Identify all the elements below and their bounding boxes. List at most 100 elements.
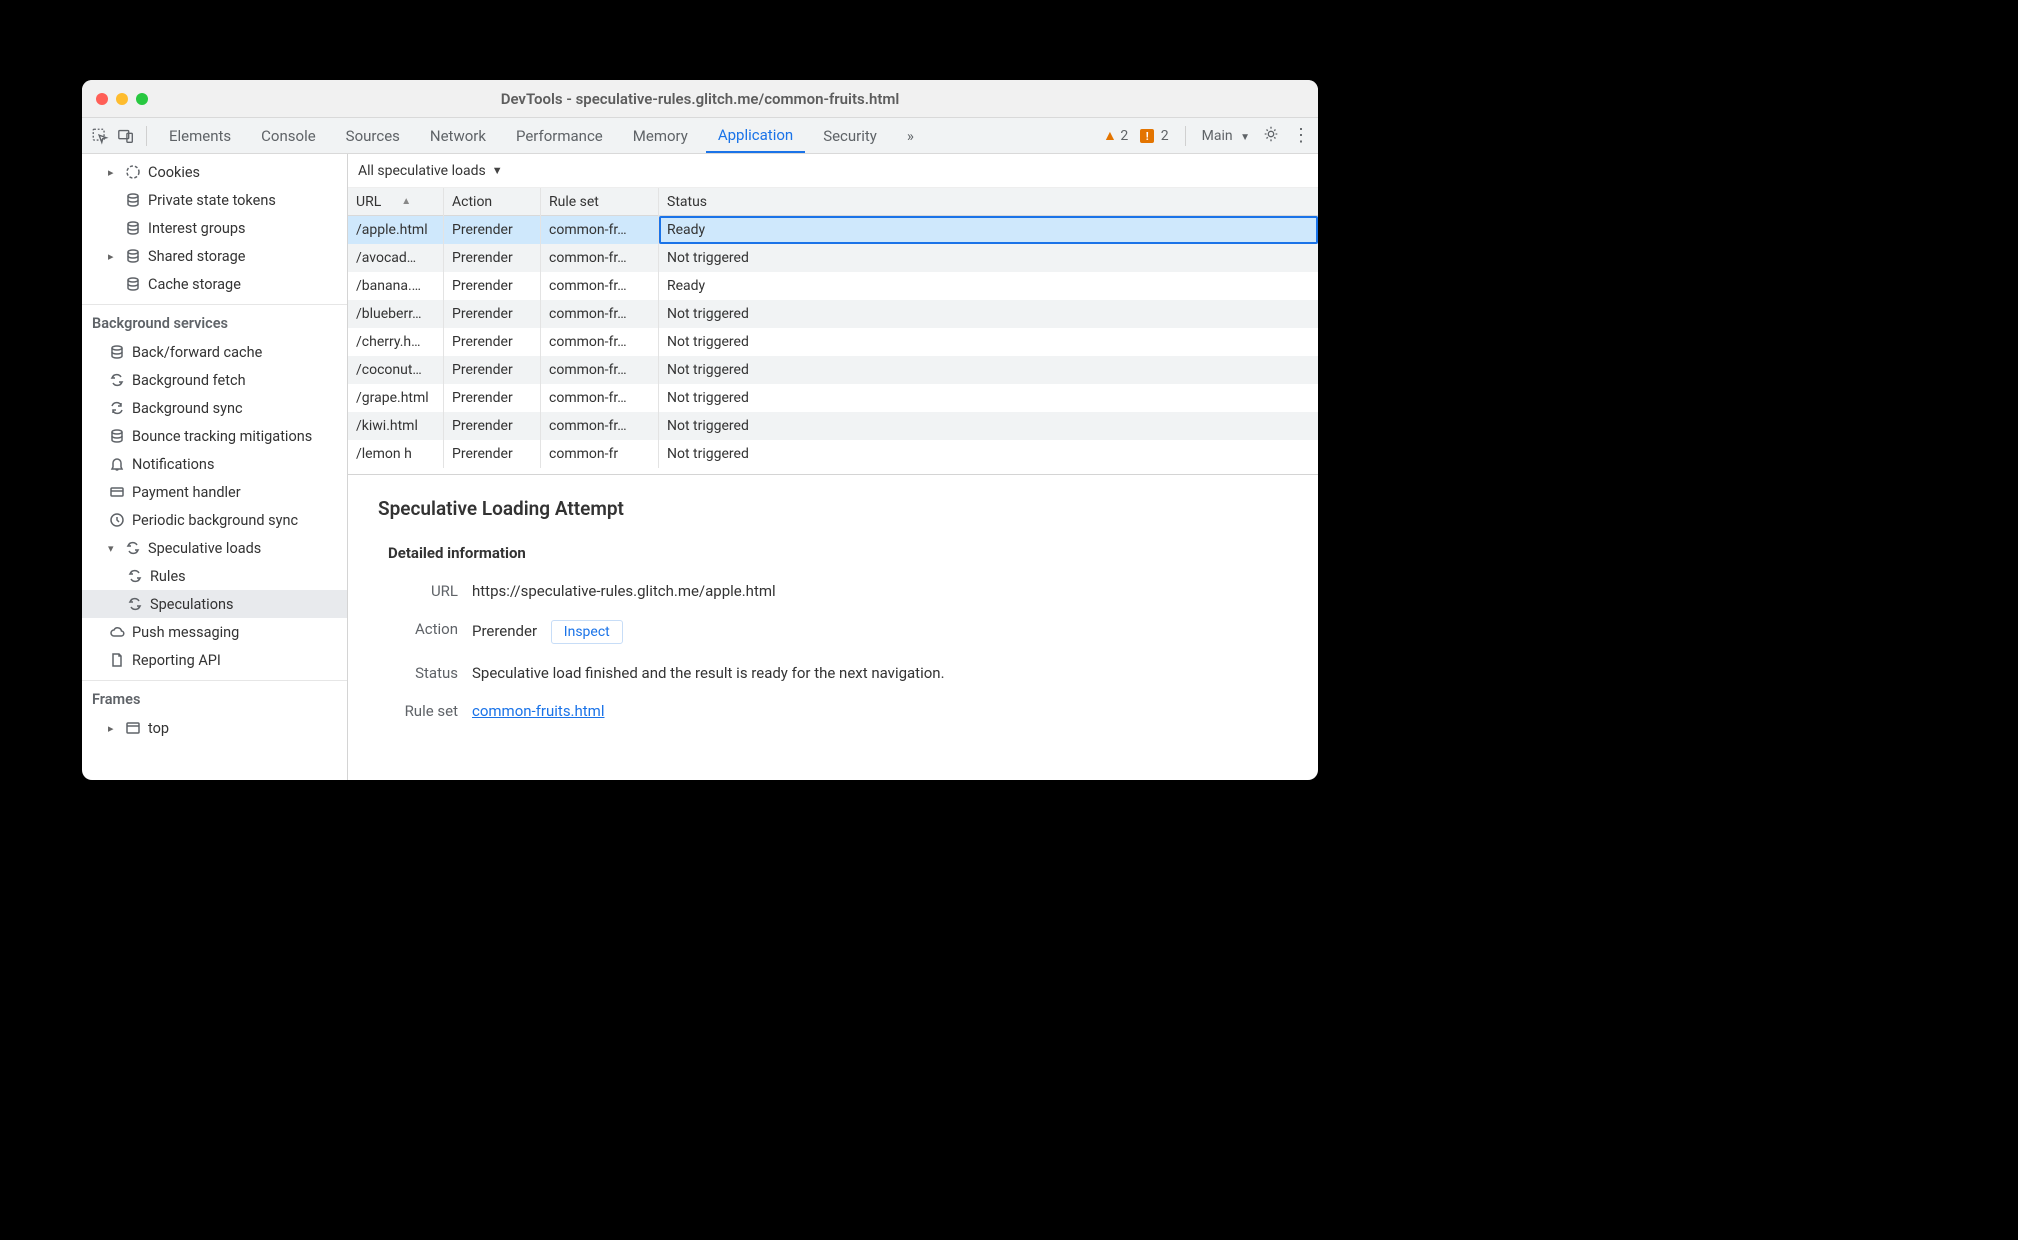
sync-icon bbox=[108, 372, 126, 388]
tab-sources[interactable]: Sources bbox=[334, 118, 412, 153]
cell-url: /coconut… bbox=[348, 356, 444, 384]
detail-label-action: Action bbox=[388, 620, 458, 644]
table-row[interactable]: /avocad…Prerendercommon-fr…Not triggered bbox=[348, 244, 1318, 272]
sort-asc-icon: ▲ bbox=[401, 196, 411, 207]
inspect-button[interactable]: Inspect bbox=[551, 620, 623, 644]
sync-icon bbox=[108, 400, 126, 416]
detail-value-ruleset-link[interactable]: common-fruits.html bbox=[472, 702, 605, 720]
cell-ruleset: common-fr… bbox=[541, 356, 659, 384]
sidebar-item-interest-groups[interactable]: Interest groups bbox=[82, 214, 347, 242]
sidebar-item-periodic-bg-sync[interactable]: Periodic background sync bbox=[82, 506, 347, 534]
sidebar-item-back-forward-cache[interactable]: Back/forward cache bbox=[82, 338, 347, 366]
cell-action: Prerender bbox=[444, 300, 541, 328]
collapse-arrow-icon: ▾ bbox=[108, 542, 118, 555]
sidebar-item-payment-handler[interactable]: Payment handler bbox=[82, 478, 347, 506]
sidebar-item-rules[interactable]: Rules bbox=[82, 562, 347, 590]
sync-icon bbox=[124, 540, 142, 556]
sidebar-item-shared-storage[interactable]: ▸ Shared storage bbox=[82, 242, 347, 270]
table-row[interactable]: /blueberr…Prerendercommon-fr…Not trigger… bbox=[348, 300, 1318, 328]
sidebar-item-frame-top[interactable]: ▸ top bbox=[82, 714, 347, 742]
sidebar-item-background-fetch[interactable]: Background fetch bbox=[82, 366, 347, 394]
window-titlebar: DevTools - speculative-rules.glitch.me/c… bbox=[82, 80, 1318, 118]
sidebar-item-background-sync[interactable]: Background sync bbox=[82, 394, 347, 422]
cell-action: Prerender bbox=[444, 272, 541, 300]
cell-url: /kiwi.html bbox=[348, 412, 444, 440]
tab-performance[interactable]: Performance bbox=[504, 118, 615, 153]
sidebar-item-cookies[interactable]: ▸ Cookies bbox=[82, 158, 347, 186]
window-close-button[interactable] bbox=[96, 93, 108, 105]
expand-arrow-icon: ▸ bbox=[108, 250, 118, 263]
table-row[interactable]: /apple.htmlPrerendercommon-fr…Ready bbox=[348, 216, 1318, 244]
device-mode-icon[interactable] bbox=[116, 126, 136, 146]
window-zoom-button[interactable] bbox=[136, 93, 148, 105]
cell-url: /apple.html bbox=[348, 216, 444, 244]
sidebar-item-label: Shared storage bbox=[148, 248, 245, 265]
issue-square-icon: ! bbox=[1140, 129, 1154, 143]
sidebar-item-push-messaging[interactable]: Push messaging bbox=[82, 618, 347, 646]
issues-indicator[interactable]: ! 2 bbox=[1140, 128, 1168, 144]
sidebar-item-label: Push messaging bbox=[132, 624, 239, 641]
database-icon bbox=[124, 220, 142, 236]
sidebar-item-speculative-loads[interactable]: ▾ Speculative loads bbox=[82, 534, 347, 562]
expand-arrow-icon: ▸ bbox=[108, 166, 118, 179]
sidebar-item-label: Speculations bbox=[150, 596, 233, 613]
tab-security[interactable]: Security bbox=[811, 118, 889, 153]
sidebar-item-label: Background fetch bbox=[132, 372, 246, 389]
window-title: DevTools - speculative-rules.glitch.me/c… bbox=[82, 90, 1318, 108]
kebab-menu-icon[interactable]: ⋮ bbox=[1292, 127, 1310, 145]
table-row[interactable]: /cherry.h…Prerendercommon-fr…Not trigger… bbox=[348, 328, 1318, 356]
target-context-dropdown[interactable]: Main ▼ bbox=[1202, 128, 1250, 144]
column-header-ruleset[interactable]: Rule set bbox=[541, 188, 659, 216]
speculations-filter-dropdown[interactable]: All speculative loads ▼ bbox=[348, 154, 1318, 188]
database-icon bbox=[124, 192, 142, 208]
detail-subheading: Detailed information bbox=[378, 544, 1288, 562]
cloud-icon bbox=[108, 624, 126, 640]
tab-application[interactable]: Application bbox=[706, 118, 805, 153]
cell-status: Not triggered bbox=[659, 384, 1318, 412]
warnings-indicator[interactable]: ▲ 2 bbox=[1103, 127, 1128, 144]
cell-status: Not triggered bbox=[659, 356, 1318, 384]
inspect-element-icon[interactable] bbox=[90, 126, 110, 146]
cell-ruleset: common-fr… bbox=[541, 300, 659, 328]
sidebar-item-label: Bounce tracking mitigations bbox=[132, 428, 312, 445]
tab-network[interactable]: Network bbox=[418, 118, 498, 153]
column-header-status[interactable]: Status bbox=[659, 188, 1318, 216]
tab-console[interactable]: Console bbox=[249, 118, 328, 153]
window-minimize-button[interactable] bbox=[116, 93, 128, 105]
column-header-url[interactable]: URL▲ bbox=[348, 188, 444, 216]
table-row[interactable]: /lemon hPrerendercommon-frNot triggered bbox=[348, 440, 1318, 468]
cell-action: Prerender bbox=[444, 328, 541, 356]
sidebar-item-speculations[interactable]: Speculations bbox=[82, 590, 347, 618]
chevron-down-icon: ▼ bbox=[492, 164, 503, 177]
sidebar-item-label: Back/forward cache bbox=[132, 344, 262, 361]
tabs-overflow[interactable]: » bbox=[895, 118, 926, 153]
cell-action: Prerender bbox=[444, 356, 541, 384]
cell-ruleset: common-fr… bbox=[541, 328, 659, 356]
cell-action: Prerender bbox=[444, 440, 541, 468]
cell-action: Prerender bbox=[444, 384, 541, 412]
settings-icon[interactable] bbox=[1262, 125, 1280, 147]
sidebar-item-label: Cache storage bbox=[148, 276, 241, 293]
tab-elements[interactable]: Elements bbox=[157, 118, 243, 153]
cell-url: /banana.… bbox=[348, 272, 444, 300]
sidebar-item-label: Notifications bbox=[132, 456, 214, 473]
column-header-action[interactable]: Action bbox=[444, 188, 541, 216]
cell-status: Not triggered bbox=[659, 300, 1318, 328]
sidebar-item-reporting-api[interactable]: Reporting API bbox=[82, 646, 347, 674]
cell-action: Prerender bbox=[444, 216, 541, 244]
warning-triangle-icon: ▲ bbox=[1103, 128, 1117, 144]
sidebar-item-private-state-tokens[interactable]: Private state tokens bbox=[82, 186, 347, 214]
table-row[interactable]: /coconut…Prerendercommon-fr…Not triggere… bbox=[348, 356, 1318, 384]
table-row[interactable]: /kiwi.htmlPrerendercommon-fr…Not trigger… bbox=[348, 412, 1318, 440]
sidebar-item-notifications[interactable]: Notifications bbox=[82, 450, 347, 478]
tab-memory[interactable]: Memory bbox=[621, 118, 700, 153]
cell-status: Not triggered bbox=[659, 328, 1318, 356]
table-row[interactable]: /banana.…Prerendercommon-fr…Ready bbox=[348, 272, 1318, 300]
bell-icon bbox=[108, 456, 126, 472]
table-row[interactable]: /grape.htmlPrerendercommon-fr…Not trigge… bbox=[348, 384, 1318, 412]
sidebar-item-cache-storage[interactable]: Cache storage bbox=[82, 270, 347, 298]
sidebar-item-label: Periodic background sync bbox=[132, 512, 298, 529]
detail-heading: Speculative Loading Attempt bbox=[378, 497, 1288, 520]
sidebar-item-bounce-tracking[interactable]: Bounce tracking mitigations bbox=[82, 422, 347, 450]
chevron-down-icon: ▼ bbox=[1240, 132, 1250, 143]
